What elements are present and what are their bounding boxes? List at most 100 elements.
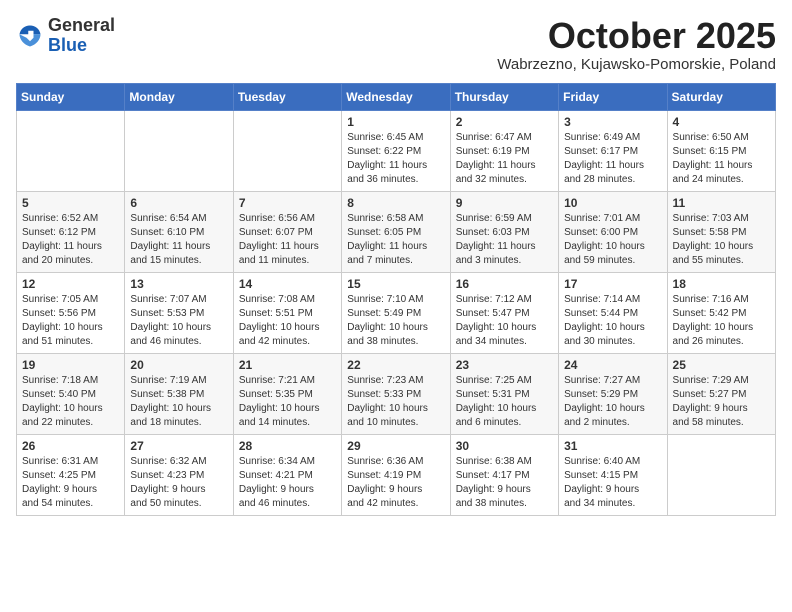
weekday-header: Sunday — [17, 83, 125, 110]
calendar-week-row: 12 Sunrise: 7:05 AM Sunset: 5:56 PM Dayli… — [17, 272, 776, 353]
day-number: 30 — [456, 439, 553, 453]
calendar-cell: 17 Sunrise: 7:14 AM Sunset: 5:44 PM Dayli… — [559, 272, 667, 353]
calendar-cell: 18 Sunrise: 7:16 AM Sunset: 5:42 PM Dayli… — [667, 272, 775, 353]
calendar-cell: 25Sunrise: 7:29 AM Sunset: 5:27 PM Dayli… — [667, 353, 775, 434]
day-info: Sunrise: 6:47 AM Sunset: 6:19 PM Dayligh… — [456, 131, 553, 187]
weekday-header: Wednesday — [342, 83, 450, 110]
day-number: 23 — [456, 358, 553, 372]
calendar-cell: 29Sunrise: 6:36 AM Sunset: 4:19 PM Dayli… — [342, 434, 450, 515]
day-number: 14 — [239, 277, 336, 291]
day-info: Sunrise: 6:56 AM Sunset: 6:07 PM Dayligh… — [239, 212, 336, 268]
day-number: 2 — [456, 115, 553, 129]
calendar-cell: 2 Sunrise: 6:47 AM Sunset: 6:19 PM Daylig… — [450, 110, 558, 191]
day-info: Sunrise: 7:19 AM Sunset: 5:38 PM Dayligh… — [130, 374, 227, 430]
logo: General Blue — [16, 16, 115, 56]
calendar-cell: 11 Sunrise: 7:03 AM Sunset: 5:58 PM Dayli… — [667, 191, 775, 272]
day-info: Sunrise: 7:03 AM Sunset: 5:58 PM Dayligh… — [673, 212, 770, 268]
calendar-cell: 12 Sunrise: 7:05 AM Sunset: 5:56 PM Dayli… — [17, 272, 125, 353]
weekday-header: Friday — [559, 83, 667, 110]
day-number: 7 — [239, 196, 336, 210]
calendar-cell — [17, 110, 125, 191]
day-info: Sunrise: 7:01 AM Sunset: 6:00 PM Dayligh… — [564, 212, 661, 268]
calendar-cell: 14 Sunrise: 7:08 AM Sunset: 5:51 PM Dayli… — [233, 272, 341, 353]
day-info: Sunrise: 6:38 AM Sunset: 4:17 PM Dayligh… — [456, 455, 553, 511]
day-number: 15 — [347, 277, 444, 291]
calendar-cell: 30 Sunrise: 6:38 AM Sunset: 4:17 PM Dayli… — [450, 434, 558, 515]
day-info: Sunrise: 7:12 AM Sunset: 5:47 PM Dayligh… — [456, 293, 553, 349]
day-info: Sunrise: 7:07 AM Sunset: 5:53 PM Dayligh… — [130, 293, 227, 349]
day-info: Sunrise: 7:27 AM Sunset: 5:29 PM Dayligh… — [564, 374, 661, 430]
calendar-cell: 10 Sunrise: 7:01 AM Sunset: 6:00 PM Dayli… — [559, 191, 667, 272]
logo-text: General Blue — [48, 16, 115, 56]
title-section: October 2025 Wabrzezno, Kujawsko-Pomorsk… — [497, 16, 776, 73]
calendar-cell: 27Sunrise: 6:32 AM Sunset: 4:23 PM Dayli… — [125, 434, 233, 515]
calendar-cell: 1 Sunrise: 6:45 AM Sunset: 6:22 PM Daylig… — [342, 110, 450, 191]
day-number: 8 — [347, 196, 444, 210]
day-number: 11 — [673, 196, 770, 210]
calendar-cell: 5Sunrise: 6:52 AM Sunset: 6:12 PM Daylig… — [17, 191, 125, 272]
calendar-cell: 3Sunrise: 6:49 AM Sunset: 6:17 PM Daylig… — [559, 110, 667, 191]
day-number: 19 — [22, 358, 119, 372]
day-info: Sunrise: 6:50 AM Sunset: 6:15 PM Dayligh… — [673, 131, 770, 187]
calendar-title: October 2025 — [497, 16, 776, 56]
day-info: Sunrise: 6:36 AM Sunset: 4:19 PM Dayligh… — [347, 455, 444, 511]
day-info: Sunrise: 6:58 AM Sunset: 6:05 PM Dayligh… — [347, 212, 444, 268]
day-number: 28 — [239, 439, 336, 453]
calendar-cell: 31 Sunrise: 6:40 AM Sunset: 4:15 PM Dayli… — [559, 434, 667, 515]
calendar-week-row: 26Sunrise: 6:31 AM Sunset: 4:25 PM Dayli… — [17, 434, 776, 515]
day-number: 18 — [673, 277, 770, 291]
day-number: 13 — [130, 277, 227, 291]
day-number: 10 — [564, 196, 661, 210]
calendar-table: SundayMondayTuesdayWednesdayThursdayFrid… — [16, 83, 776, 516]
day-number: 6 — [130, 196, 227, 210]
calendar-cell — [125, 110, 233, 191]
day-info: Sunrise: 7:14 AM Sunset: 5:44 PM Dayligh… — [564, 293, 661, 349]
logo-icon — [16, 22, 44, 50]
weekday-header: Tuesday — [233, 83, 341, 110]
calendar-week-row: 19 Sunrise: 7:18 AM Sunset: 5:40 PM Dayli… — [17, 353, 776, 434]
calendar-cell: 16 Sunrise: 7:12 AM Sunset: 5:47 PM Dayli… — [450, 272, 558, 353]
calendar-cell: 26Sunrise: 6:31 AM Sunset: 4:25 PM Dayli… — [17, 434, 125, 515]
calendar-cell — [233, 110, 341, 191]
day-number: 12 — [22, 277, 119, 291]
calendar-cell: 6Sunrise: 6:54 AM Sunset: 6:10 PM Daylig… — [125, 191, 233, 272]
day-info: Sunrise: 7:23 AM Sunset: 5:33 PM Dayligh… — [347, 374, 444, 430]
day-number: 22 — [347, 358, 444, 372]
weekday-header: Monday — [125, 83, 233, 110]
weekday-header-row: SundayMondayTuesdayWednesdayThursdayFrid… — [17, 83, 776, 110]
day-info: Sunrise: 7:16 AM Sunset: 5:42 PM Dayligh… — [673, 293, 770, 349]
day-info: Sunrise: 6:31 AM Sunset: 4:25 PM Dayligh… — [22, 455, 119, 511]
day-number: 1 — [347, 115, 444, 129]
calendar-cell: 9Sunrise: 6:59 AM Sunset: 6:03 PM Daylig… — [450, 191, 558, 272]
calendar-cell: 28 Sunrise: 6:34 AM Sunset: 4:21 PM Dayli… — [233, 434, 341, 515]
day-number: 5 — [22, 196, 119, 210]
calendar-week-row: 5Sunrise: 6:52 AM Sunset: 6:12 PM Daylig… — [17, 191, 776, 272]
day-info: Sunrise: 6:40 AM Sunset: 4:15 PM Dayligh… — [564, 455, 661, 511]
calendar-cell: 7 Sunrise: 6:56 AM Sunset: 6:07 PM Daylig… — [233, 191, 341, 272]
calendar-cell: 15 Sunrise: 7:10 AM Sunset: 5:49 PM Dayli… — [342, 272, 450, 353]
day-info: Sunrise: 6:45 AM Sunset: 6:22 PM Dayligh… — [347, 131, 444, 187]
calendar-week-row: 1 Sunrise: 6:45 AM Sunset: 6:22 PM Daylig… — [17, 110, 776, 191]
calendar-cell: 13 Sunrise: 7:07 AM Sunset: 5:53 PM Dayli… — [125, 272, 233, 353]
day-info: Sunrise: 7:05 AM Sunset: 5:56 PM Dayligh… — [22, 293, 119, 349]
day-info: Sunrise: 7:18 AM Sunset: 5:40 PM Dayligh… — [22, 374, 119, 430]
page-header: General Blue October 2025 Wabrzezno, Kuj… — [16, 16, 776, 73]
day-info: Sunrise: 6:59 AM Sunset: 6:03 PM Dayligh… — [456, 212, 553, 268]
calendar-cell: 4 Sunrise: 6:50 AM Sunset: 6:15 PM Daylig… — [667, 110, 775, 191]
calendar-cell: 8 Sunrise: 6:58 AM Sunset: 6:05 PM Daylig… — [342, 191, 450, 272]
day-info: Sunrise: 7:21 AM Sunset: 5:35 PM Dayligh… — [239, 374, 336, 430]
day-number: 27 — [130, 439, 227, 453]
calendar-cell: 21Sunrise: 7:21 AM Sunset: 5:35 PM Dayli… — [233, 353, 341, 434]
day-number: 16 — [456, 277, 553, 291]
day-number: 31 — [564, 439, 661, 453]
day-info: Sunrise: 6:34 AM Sunset: 4:21 PM Dayligh… — [239, 455, 336, 511]
weekday-header: Thursday — [450, 83, 558, 110]
day-number: 20 — [130, 358, 227, 372]
day-number: 25 — [673, 358, 770, 372]
day-info: Sunrise: 7:10 AM Sunset: 5:49 PM Dayligh… — [347, 293, 444, 349]
calendar-cell: 23 Sunrise: 7:25 AM Sunset: 5:31 PM Dayli… — [450, 353, 558, 434]
day-info: Sunrise: 7:25 AM Sunset: 5:31 PM Dayligh… — [456, 374, 553, 430]
day-info: Sunrise: 7:08 AM Sunset: 5:51 PM Dayligh… — [239, 293, 336, 349]
day-number: 4 — [673, 115, 770, 129]
day-number: 17 — [564, 277, 661, 291]
